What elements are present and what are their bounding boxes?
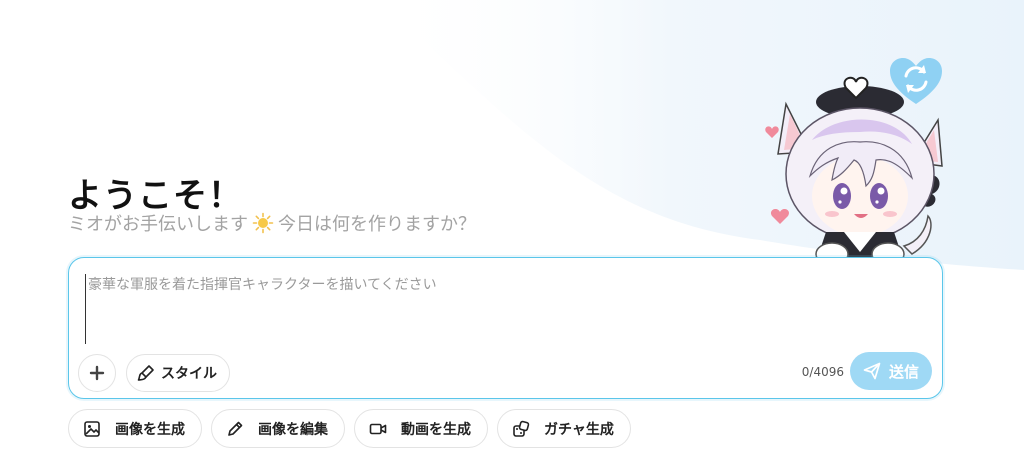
- subtitle-intro: ミオがお手伝いします: [68, 214, 248, 235]
- generate-video-button[interactable]: 動画を生成: [354, 409, 488, 448]
- add-attachment-button[interactable]: [78, 354, 116, 392]
- sun-icon: [252, 212, 274, 234]
- subtitle-question: 今日は何を作りますか？: [278, 214, 476, 235]
- style-button[interactable]: スタイル: [126, 354, 230, 392]
- prompt-box: スタイル 0/4096 送信: [68, 257, 943, 399]
- video-camera-icon: [369, 420, 387, 438]
- refresh-heart-button[interactable]: [888, 56, 944, 106]
- paper-plane-icon: [863, 362, 881, 380]
- quick-actions: 画像を生成 画像を編集 動画を生成 ガチャ生成: [68, 409, 631, 448]
- gacha-generate-label: ガチャ生成: [544, 421, 614, 438]
- gacha-generate-button[interactable]: ガチャ生成: [497, 409, 631, 448]
- edit-image-label: 画像を編集: [258, 421, 328, 438]
- generate-image-label: 画像を生成: [115, 421, 185, 438]
- pencil-icon: [226, 420, 244, 438]
- generate-video-label: 動画を生成: [401, 421, 471, 438]
- gacha-dice-icon: [512, 420, 530, 438]
- paintbrush-icon: [137, 365, 154, 381]
- generate-image-button[interactable]: 画像を生成: [68, 409, 202, 448]
- style-button-label: スタイル: [161, 366, 217, 382]
- send-button-label: 送信: [888, 363, 919, 381]
- prompt-input[interactable]: [85, 274, 925, 344]
- welcome-screen: ようこそ！ ミオがお手伝いします 今日は何を作りますか？ 豪華な軍服を着た指揮官…: [0, 0, 1024, 471]
- send-button[interactable]: 送信: [850, 352, 932, 390]
- plus-icon: [89, 365, 105, 381]
- character-counter: 0/4096: [801, 365, 844, 379]
- image-icon: [83, 420, 101, 438]
- edit-image-button[interactable]: 画像を編集: [211, 409, 345, 448]
- welcome-subtitle: ミオがお手伝いします 今日は何を作りますか？: [68, 210, 476, 236]
